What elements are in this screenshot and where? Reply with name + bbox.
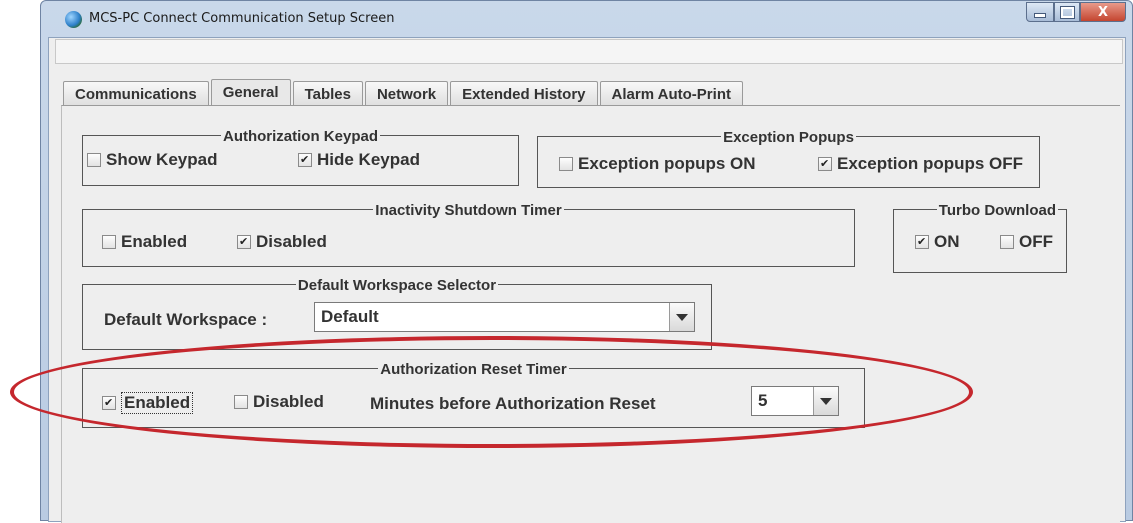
tab-communications[interactable]: Communications [63, 81, 209, 108]
default-workspace-value: Default [321, 307, 379, 326]
close-button[interactable]: X [1080, 2, 1126, 22]
exception-popups-title: Exception Popups [721, 129, 856, 146]
exception-popups-on-box[interactable] [559, 157, 573, 171]
default-workspace-group: Default Workspace Selector Default Works… [82, 277, 712, 350]
minutes-select[interactable]: 5 [751, 386, 839, 416]
inactivity-enabled-checkbox[interactable]: Enabled [102, 232, 187, 252]
exception-popups-off-checkbox[interactable]: Exception popups OFF [818, 154, 1023, 174]
title-bar[interactable]: MCS-PC Connect Communication Setup Scree… [41, 1, 1132, 37]
auth-reset-enabled-label: Enabled [121, 392, 194, 414]
inactivity-disabled-label: Disabled [256, 232, 327, 251]
turbo-off-box[interactable] [1000, 235, 1014, 249]
minimize-button[interactable] [1026, 2, 1054, 22]
client-area: Communications General Tables Network Ex… [48, 37, 1126, 523]
tab-general[interactable]: General [210, 79, 291, 108]
turbo-on-checkbox[interactable]: ON [915, 232, 960, 252]
inactivity-shutdown-title: Inactivity Shutdown Timer [373, 202, 564, 219]
hide-keypad-checkbox[interactable]: Hide Keypad [298, 150, 420, 170]
default-workspace-select[interactable]: Default [314, 302, 695, 332]
hide-keypad-box[interactable] [298, 153, 312, 167]
hide-keypad-label: Hide Keypad [317, 150, 420, 169]
exception-popups-group: Exception Popups Exception popups ON Exc… [537, 129, 1040, 188]
tab-network[interactable]: Network [364, 81, 449, 108]
exception-popups-off-label: Exception popups OFF [837, 154, 1024, 173]
general-tab-panel: Authorization Keypad Show Keypad Hide Ke… [61, 105, 1120, 523]
auth-reset-enabled-box[interactable] [102, 396, 116, 410]
top-strip [55, 39, 1123, 64]
default-workspace-title: Default Workspace Selector [295, 277, 499, 294]
turbo-on-label: ON [934, 232, 960, 251]
authorization-reset-title: Authorization Reset Timer [378, 361, 569, 378]
chevron-down-icon[interactable] [813, 387, 838, 415]
inactivity-enabled-box[interactable] [102, 235, 116, 249]
show-keypad-checkbox[interactable]: Show Keypad [87, 150, 217, 170]
auth-reset-disabled-label: Disabled [253, 392, 324, 411]
inactivity-shutdown-group: Inactivity Shutdown Timer Enabled Disabl… [82, 202, 855, 267]
turbo-off-checkbox[interactable]: OFF [1000, 232, 1053, 252]
authorization-keypad-title: Authorization Keypad [220, 128, 380, 145]
auth-reset-disabled-box[interactable] [234, 395, 248, 409]
exception-popups-on-checkbox[interactable]: Exception popups ON [559, 154, 756, 174]
caption-buttons: X [1026, 2, 1126, 22]
tab-alarm-auto-print[interactable]: Alarm Auto-Print [599, 81, 743, 108]
turbo-on-box[interactable] [915, 235, 929, 249]
minutes-before-reset-label: Minutes before Authorization Reset [370, 394, 656, 413]
turbo-download-group: Turbo Download ON OFF [893, 202, 1067, 273]
exception-popups-on-label: Exception popups ON [578, 154, 756, 173]
globe-icon [65, 11, 82, 28]
maximize-button[interactable] [1054, 2, 1080, 22]
minimize-icon [1034, 13, 1046, 18]
maximize-icon [1059, 5, 1075, 19]
inactivity-enabled-label: Enabled [121, 232, 188, 251]
auth-reset-enabled-checkbox[interactable]: Enabled [102, 392, 194, 414]
tab-extended-history[interactable]: Extended History [450, 81, 598, 108]
tab-tables[interactable]: Tables [292, 81, 363, 108]
show-keypad-label: Show Keypad [106, 150, 218, 169]
inactivity-disabled-box[interactable] [237, 235, 251, 249]
window-title: MCS-PC Connect Communication Setup Scree… [89, 11, 395, 26]
authorization-reset-group: Authorization Reset Timer Enabled Disabl… [82, 361, 865, 428]
inactivity-disabled-checkbox[interactable]: Disabled [237, 232, 327, 252]
auth-reset-disabled-checkbox[interactable]: Disabled [234, 392, 324, 412]
chevron-down-icon[interactable] [669, 303, 694, 331]
show-keypad-box[interactable] [87, 153, 101, 167]
turbo-download-title: Turbo Download [936, 202, 1058, 219]
default-workspace-label: Default Workspace : [104, 310, 268, 329]
tab-bar: Communications General Tables Network Ex… [63, 79, 745, 108]
app-window: MCS-PC Connect Communication Setup Scree… [40, 0, 1133, 523]
exception-popups-off-box[interactable] [818, 157, 832, 171]
turbo-off-label: OFF [1019, 232, 1053, 251]
minutes-value: 5 [758, 391, 768, 410]
close-icon: X [1097, 4, 1109, 20]
authorization-keypad-group: Authorization Keypad Show Keypad Hide Ke… [82, 128, 519, 186]
